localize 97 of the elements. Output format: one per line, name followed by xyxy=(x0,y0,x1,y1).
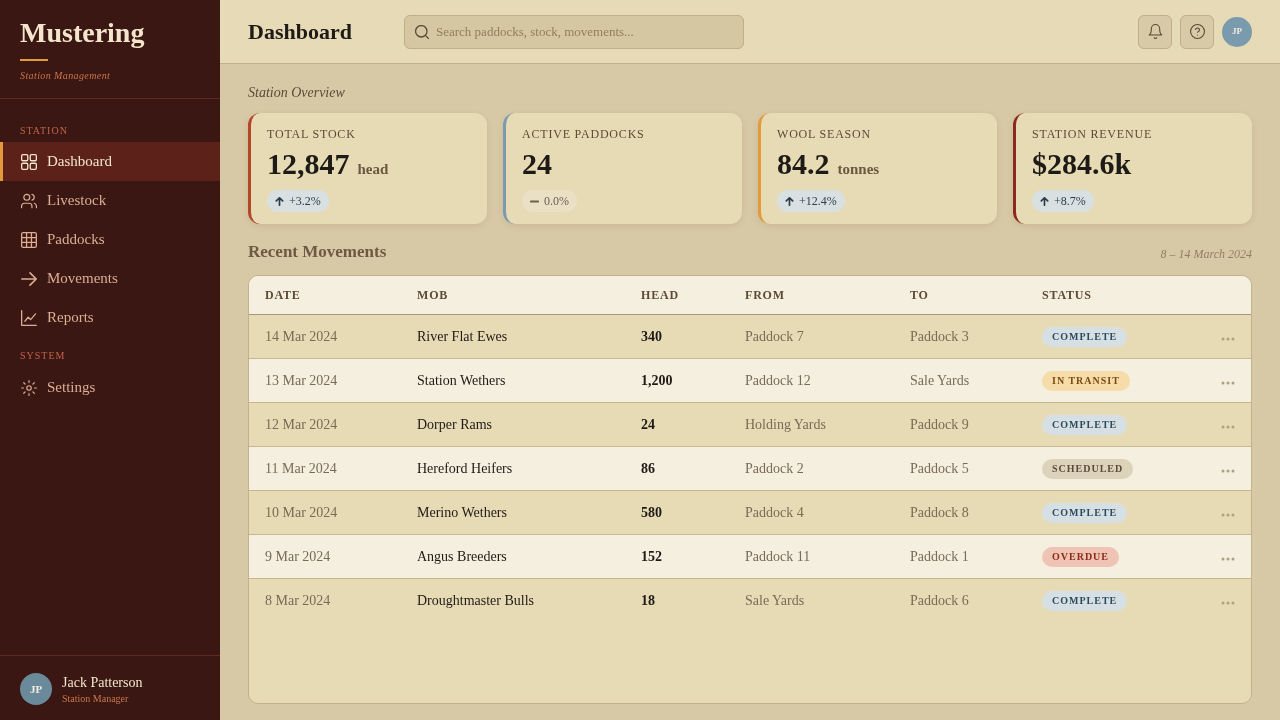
stat-label: WOOL SEASON xyxy=(777,126,872,142)
ellipsis-icon xyxy=(1221,336,1235,341)
user-role: Station Manager xyxy=(62,691,129,705)
brand-underline xyxy=(20,59,48,61)
table-cell: Sale Yards xyxy=(894,358,1026,402)
change-value: +12.4% xyxy=(799,193,837,210)
line-chart-icon xyxy=(21,309,37,326)
sidebar-item[interactable]: Reports xyxy=(0,298,220,337)
change-value: +3.2% xyxy=(289,193,321,210)
status-badge: COMPLETE xyxy=(1042,415,1128,435)
sidebar-item[interactable]: Dashboard xyxy=(0,142,220,181)
table-cell: 10 Mar 2024 xyxy=(249,490,401,534)
brand-name: Mustering xyxy=(20,16,145,50)
table-cell: Paddock 5 xyxy=(894,446,1026,490)
help-icon xyxy=(1189,24,1205,39)
table-cell: 340 xyxy=(625,314,729,358)
user-name: Jack Patterson xyxy=(62,673,143,692)
stat-unit: head xyxy=(357,160,389,179)
column-header: TO xyxy=(894,276,1026,314)
table-cell: Station Wethers xyxy=(401,358,625,402)
stat-label: ACTIVE PADDOCKS xyxy=(522,126,645,142)
column-header: STATUS xyxy=(1026,276,1184,314)
table-cell: 9 Mar 2024 xyxy=(249,534,401,578)
ellipsis-icon xyxy=(1221,424,1235,429)
sidebar-item[interactable]: Movements xyxy=(0,259,220,298)
table-cell: Paddock 4 xyxy=(729,490,894,534)
table-cell: 12 Mar 2024 xyxy=(249,402,401,446)
table-cell: 86 xyxy=(625,446,729,490)
table-cell: 152 xyxy=(625,534,729,578)
search-field[interactable]: Search paddocks, stock, movements... xyxy=(404,14,744,49)
table-cell: 580 xyxy=(625,490,729,534)
bell-icon xyxy=(1147,24,1163,39)
ellipsis-icon xyxy=(1221,556,1235,561)
grid-icon xyxy=(21,231,37,248)
brand-tagline: Station Management xyxy=(20,70,111,82)
table-cell: Paddock 7 xyxy=(729,314,894,358)
table-cell: Merino Wethers xyxy=(401,490,625,534)
sidebar-item[interactable]: Livestock xyxy=(0,181,220,220)
table-cell: 11 Mar 2024 xyxy=(249,446,401,490)
table-cell: Paddock 9 xyxy=(894,402,1026,446)
table-cell: 24 xyxy=(625,402,729,446)
status-badge: COMPLETE xyxy=(1042,327,1128,347)
date-range: 8 – 14 March 2024 xyxy=(1160,246,1252,263)
column-header: HEAD xyxy=(625,276,729,314)
section-title: Recent Movements xyxy=(248,242,387,262)
page-title: Dashboard xyxy=(248,17,352,46)
table-cell: Holding Yards xyxy=(729,402,894,446)
status-badge: SCHEDULED xyxy=(1042,459,1134,479)
arrow-right-icon xyxy=(21,270,37,287)
status-badge: IN TRANSIT xyxy=(1042,371,1130,391)
table-cell: Paddock 2 xyxy=(729,446,894,490)
search-icon xyxy=(415,24,429,39)
ellipsis-icon xyxy=(1221,468,1235,473)
stat-value: 12,847 xyxy=(267,146,350,182)
stat-label: TOTAL STOCK xyxy=(267,126,356,142)
section-heading: SYSTEM xyxy=(20,350,66,362)
arrow-up-icon xyxy=(275,196,284,206)
stat-unit: tonnes xyxy=(837,160,880,179)
sun-icon xyxy=(21,379,37,396)
status-badge: OVERDUE xyxy=(1042,547,1119,567)
ellipsis-icon xyxy=(1221,600,1235,605)
ellipsis-icon xyxy=(1221,512,1235,517)
stat-value: $284.6k xyxy=(1032,146,1132,182)
table-cell: Paddock 3 xyxy=(894,314,1026,358)
change-value: +8.7% xyxy=(1054,193,1086,210)
table-cell: Paddock 1 xyxy=(894,534,1026,578)
table-cell: Hereford Heifers xyxy=(401,446,625,490)
table-cell: 13 Mar 2024 xyxy=(249,358,401,402)
column-header: MOB xyxy=(401,276,625,314)
stat-label: STATION REVENUE xyxy=(1032,126,1153,142)
table-cell: 14 Mar 2024 xyxy=(249,314,401,358)
sidebar-item[interactable]: Settings xyxy=(0,368,220,407)
table-cell: Paddock 8 xyxy=(894,490,1026,534)
status-badge: COMPLETE xyxy=(1042,503,1128,523)
arrow-up-icon xyxy=(1040,196,1049,206)
people-icon xyxy=(21,192,37,209)
table-cell: River Flat Ewes xyxy=(401,314,625,358)
table-cell: 1,200 xyxy=(625,358,729,402)
stat-value: 24 xyxy=(522,146,552,182)
section-heading: STATION xyxy=(20,125,68,137)
table-cell: Angus Breeders xyxy=(401,534,625,578)
column-header: DATE xyxy=(249,276,401,314)
table-cell: Paddock 11 xyxy=(729,534,894,578)
table-cell: Paddock 12 xyxy=(729,358,894,402)
help-button[interactable] xyxy=(1180,14,1214,49)
ellipsis-icon xyxy=(1221,380,1235,385)
squares-icon xyxy=(21,153,37,170)
change-value: 0.0% xyxy=(544,193,569,210)
column-header: FROM xyxy=(729,276,894,314)
section-title: Station Overview xyxy=(248,84,345,102)
arrow-up-icon xyxy=(785,196,794,206)
user-avatar: JP xyxy=(20,673,52,705)
status-badge: COMPLETE xyxy=(1042,591,1128,612)
sidebar-item[interactable]: Paddocks xyxy=(0,220,220,259)
stat-value: 84.2 xyxy=(777,146,830,182)
notifications-button[interactable] xyxy=(1138,14,1172,49)
table-cell: Dorper Rams xyxy=(401,402,625,446)
